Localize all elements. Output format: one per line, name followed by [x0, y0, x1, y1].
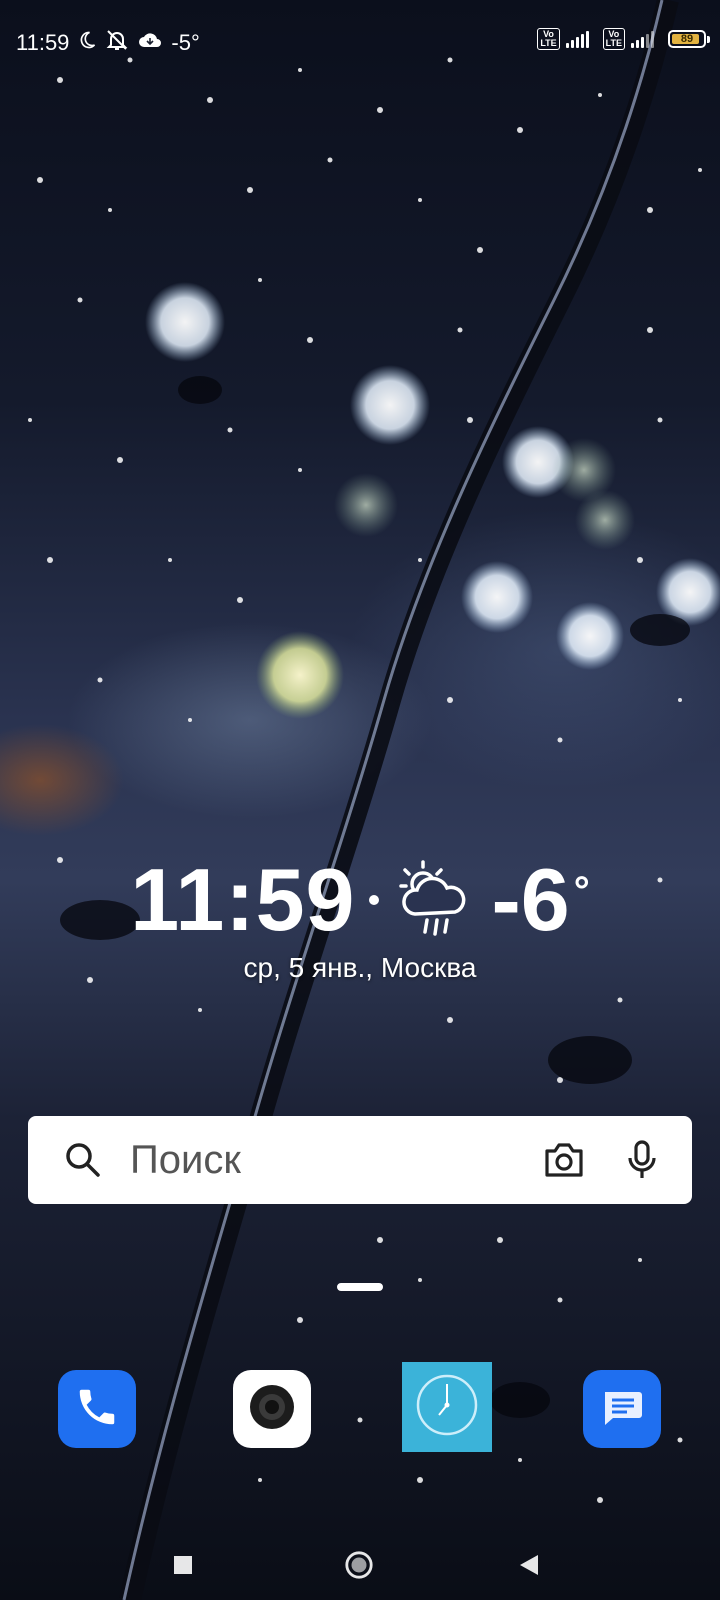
bokeh-light [145, 282, 225, 362]
bokeh-light [575, 490, 635, 550]
bokeh-light [461, 561, 533, 633]
back-icon[interactable] [514, 1550, 544, 1580]
bokeh-light [256, 631, 344, 719]
signal-strength-sim1-icon [565, 30, 589, 48]
rain-streak [119, 0, 679, 1600]
degree-symbol: ° [573, 869, 590, 913]
moon-icon [77, 30, 97, 56]
battery-icon: 89 [668, 30, 710, 48]
search-input[interactable]: Поиск [130, 1138, 536, 1183]
clock-weather-row: 11:59 -6 ° [0, 850, 720, 950]
status-time: 11:59 [16, 30, 70, 55]
date-location[interactable]: ср, 5 янв., Москва [0, 952, 720, 984]
home-icon[interactable] [344, 1550, 374, 1580]
bokeh-light [556, 602, 624, 670]
navigation-bar [0, 1520, 720, 1600]
phone-icon [74, 1384, 120, 1435]
partly-cloudy-rain-icon [393, 858, 477, 943]
bokeh-light [334, 473, 398, 537]
bokeh-light [350, 365, 430, 445]
widget-time[interactable]: 11:59 [130, 849, 355, 951]
wallpaper-background [28, 0, 720, 1600]
camera-lens-icon [247, 1382, 297, 1437]
status-bar: 11:59 -5° Vo LTE Vo LTE 89 [0, 0, 720, 86]
camera-app[interactable] [233, 1370, 311, 1448]
clock-weather-widget[interactable]: 11:59 -6 ° ср, 5 янв., Москва [0, 850, 720, 984]
message-icon [599, 1384, 645, 1435]
dock [0, 1362, 720, 1452]
separator-dot [369, 895, 380, 905]
clock-app[interactable] [402, 1362, 492, 1452]
notifications-off-icon [105, 28, 129, 58]
messages-app[interactable] [583, 1370, 661, 1448]
status-bar-right: Vo LTE Vo LTE 89 [537, 28, 710, 50]
recents-icon[interactable] [168, 1550, 198, 1580]
clock-icon [412, 1370, 482, 1445]
status-bar-left: 11:59 -5° [16, 28, 200, 58]
search-icon [58, 1135, 108, 1185]
camera-icon[interactable] [536, 1132, 592, 1188]
cloud-icon [137, 30, 163, 56]
search-bar[interactable]: Поиск [28, 1116, 692, 1204]
app-drawer-handle[interactable] [337, 1283, 383, 1291]
phone-app[interactable] [58, 1370, 136, 1448]
volte-sim1-badge: Vo LTE [537, 28, 560, 50]
temperature-value: -6 [491, 850, 570, 949]
signal-strength-sim2-icon [631, 30, 654, 48]
volte-sim2-badge: Vo LTE [602, 28, 625, 50]
battery-percent: 89 [680, 33, 694, 45]
status-temperature: -5° [171, 30, 200, 55]
microphone-icon[interactable] [614, 1132, 670, 1188]
widget-temperature[interactable]: -6 ° [491, 849, 589, 951]
rain-streak-highlight [122, 0, 664, 1600]
